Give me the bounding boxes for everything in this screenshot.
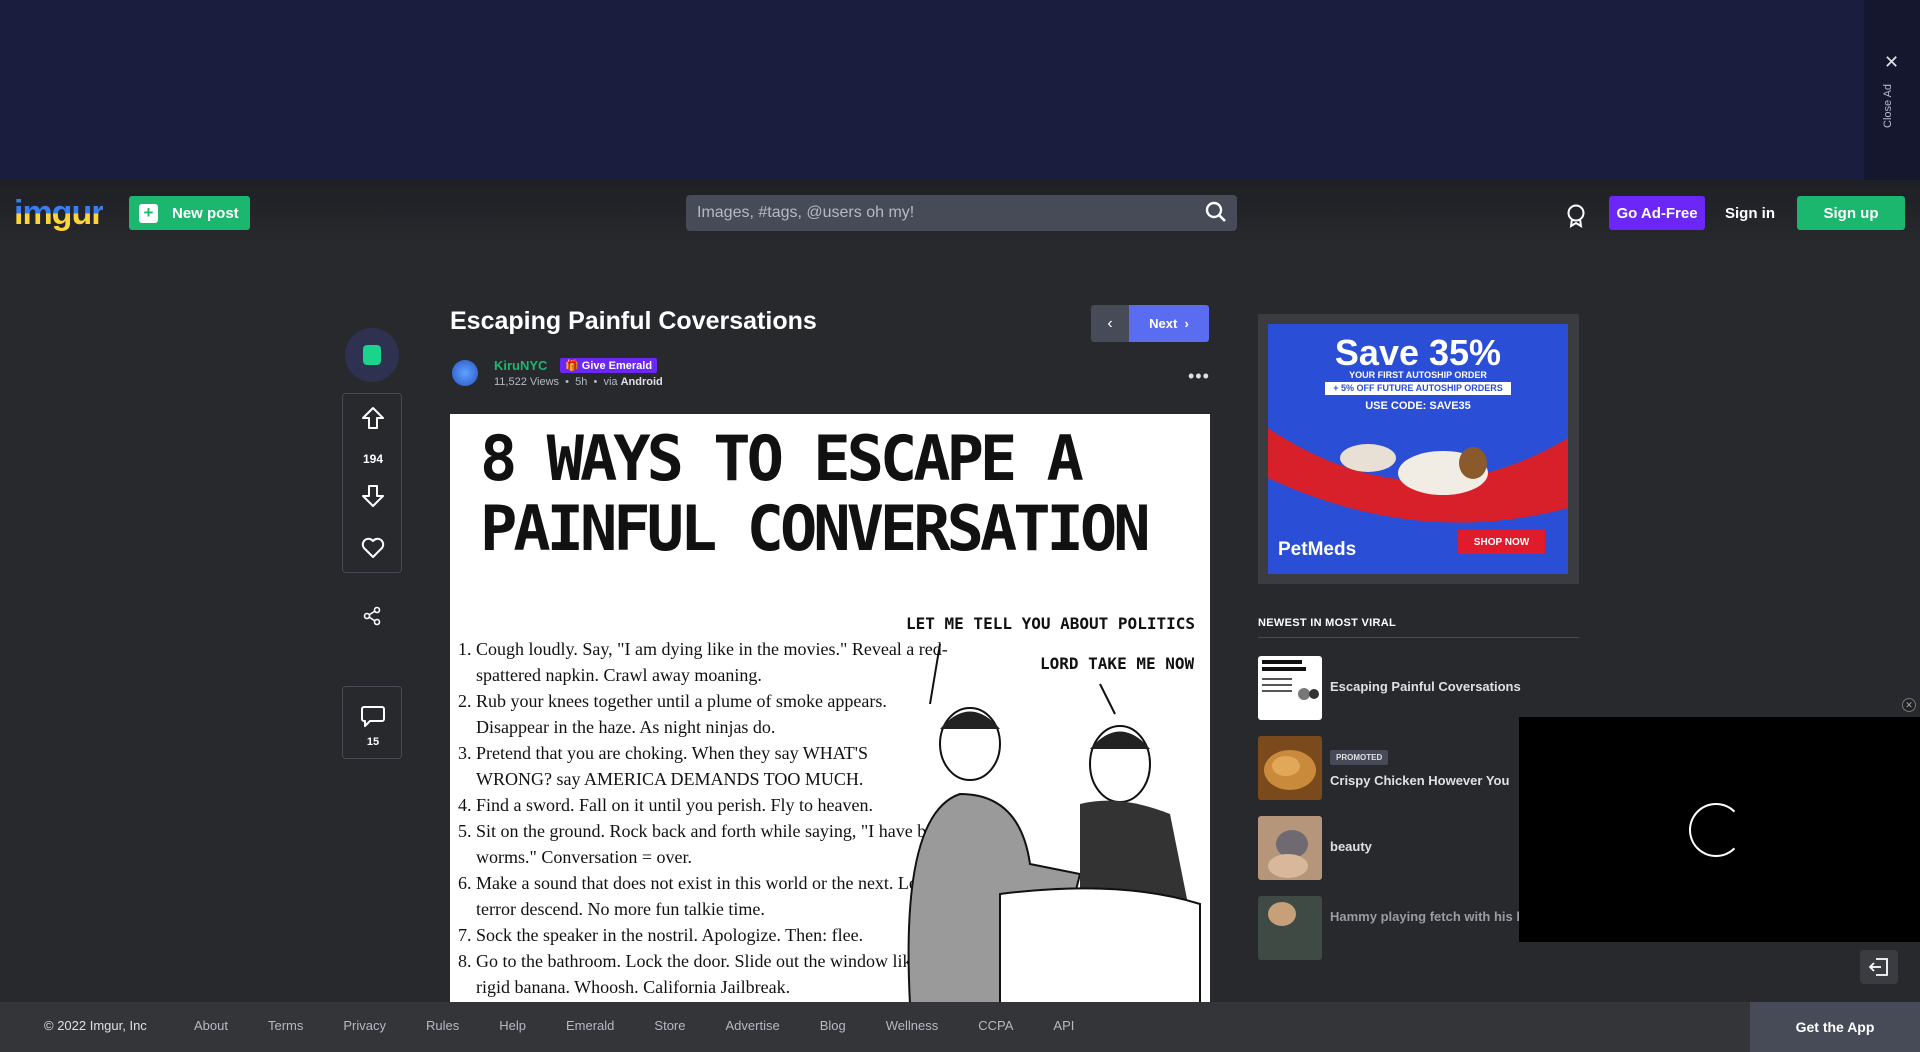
comic-title: 8 WAYS TO ESCAPE A PAINFUL CONVERSATION <box>480 422 1151 565</box>
shop-now-button[interactable]: SHOP NOW <box>1458 530 1545 554</box>
footer-link-privacy[interactable]: Privacy <box>343 1018 386 1033</box>
speech-bubble-politics: LET ME TELL YOU ABOUT POLITICS <box>906 614 1195 633</box>
comic-list-item: 4. Find a sword. Fall on it until you pe… <box>458 795 873 815</box>
comments-button[interactable]: 15 <box>342 686 402 759</box>
comment-count: 15 <box>366 736 380 748</box>
comic-list-item: 6. Make a sound that does not exist in t… <box>458 873 922 919</box>
list-item[interactable]: Escaping Painful Coversations <box>1258 656 1579 722</box>
close-ad-button[interactable]: ✕ Close Ad <box>1864 0 1920 180</box>
footer-links: About Terms Privacy Rules Help Emerald S… <box>194 1018 1114 1033</box>
comic-title-line1: 8 WAYS TO ESCAPE A <box>480 422 1084 495</box>
emerald-button[interactable] <box>345 328 399 382</box>
share-icon[interactable] <box>362 606 382 626</box>
footer-link-rules[interactable]: Rules <box>426 1018 459 1033</box>
footer-link-terms[interactable]: Terms <box>268 1018 303 1033</box>
give-emerald-button[interactable]: 🎁 Give Emerald <box>560 358 658 373</box>
ad-brand: PetMeds <box>1278 539 1357 560</box>
sign-in-link[interactable]: Sign in <box>1722 196 1778 230</box>
ad-headline: Save 35% <box>1334 332 1502 373</box>
sidebar-ad[interactable]: Save 35% YOUR FIRST AUTOSHIP ORDER + 5% … <box>1258 314 1579 584</box>
thumbnail <box>1258 656 1322 720</box>
imgur-logo[interactable]: imgur <box>14 194 104 233</box>
comment-icon <box>361 706 385 727</box>
video-close-button[interactable]: ✕ <box>1902 698 1916 712</box>
next-button[interactable]: Next › <box>1129 305 1209 342</box>
footer-link-wellness[interactable]: Wellness <box>886 1018 939 1033</box>
comic-list-item: 8. Go to the bathroom. Lock the door. Sl… <box>458 951 932 997</box>
footer-link-ccpa[interactable]: CCPA <box>978 1018 1013 1033</box>
footer-link-blog[interactable]: Blog <box>820 1018 846 1033</box>
newest-heading: NEWEST IN MOST VIRAL <box>1258 617 1579 638</box>
footer-link-api[interactable]: API <box>1053 1018 1074 1033</box>
comic-illustration <box>907 644 1201 1002</box>
post-title: Escaping Painful Coversations <box>450 307 817 335</box>
ad-line1: YOUR FIRST AUTOSHIP ORDER <box>1349 370 1487 380</box>
emerald-icon <box>363 345 381 365</box>
downvote-icon[interactable] <box>359 482 387 510</box>
ad-line2: + 5% OFF FUTURE AUTOSHIP ORDERS <box>1325 382 1511 395</box>
via-prefix: via <box>603 376 618 388</box>
exit-icon <box>1868 958 1888 976</box>
thumbnail <box>1258 816 1322 880</box>
search-input[interactable] <box>686 195 1237 231</box>
new-post-button[interactable]: + New post <box>129 196 250 230</box>
copyright: © 2022 Imgur, Inc <box>44 1018 147 1033</box>
hammock-image <box>1268 428 1568 523</box>
footer-link-emerald[interactable]: Emerald <box>566 1018 614 1033</box>
footer-link-about[interactable]: About <box>194 1018 228 1033</box>
give-emerald-label: Give Emerald <box>581 359 653 372</box>
new-post-label: New post <box>172 204 239 222</box>
vote-box: 194 <box>342 393 402 573</box>
footer-link-advertise[interactable]: Advertise <box>726 1018 780 1033</box>
plus-icon: + <box>139 203 158 223</box>
comic-title-line2: PAINFUL CONVERSATION <box>480 492 1151 565</box>
comic-list-item: 2. Rub your knees together until a plume… <box>458 691 887 737</box>
ad-code: USE CODE: SAVE35 <box>1365 400 1471 412</box>
top-ad-banner: ✕ Close Ad <box>0 0 1920 180</box>
comic-list: 1. Cough loudly. Say, "I am dying like i… <box>458 636 948 1000</box>
close-ad-label[interactable]: Close Ad <box>1882 84 1894 128</box>
comic-list-item: 5. Sit on the ground. Rock back and fort… <box>458 821 946 867</box>
post-age: 5h <box>575 376 588 388</box>
post-navigation: ‹ Next › <box>1091 305 1209 342</box>
footer-link-store[interactable]: Store <box>654 1018 685 1033</box>
previous-button[interactable]: ‹ <box>1091 305 1129 342</box>
post-meta: 11,522 Views • 5h • via Android <box>494 376 663 388</box>
exit-video-button[interactable] <box>1860 950 1898 984</box>
close-icon[interactable]: ✕ <box>1884 52 1899 73</box>
go-ad-free-button[interactable]: Go Ad-Free <box>1609 196 1705 230</box>
comic-list-item: 7. Sock the speaker in the nostril. Apol… <box>458 925 864 945</box>
search-icon[interactable] <box>1205 201 1227 223</box>
site-header: imgur + New post Go Ad-Free Sign in Sign… <box>0 180 1920 245</box>
thumbnail <box>1258 896 1322 960</box>
footer-link-help[interactable]: Help <box>499 1018 526 1033</box>
site-footer: © 2022 Imgur, Inc About Terms Privacy Ru… <box>0 1002 1920 1052</box>
post-image: 8 WAYS TO ESCAPE A PAINFUL CONVERSATION … <box>450 414 1210 1002</box>
via-platform: Android <box>620 376 663 388</box>
heart-icon[interactable] <box>359 534 387 562</box>
comic-list-item: 3. Pretend that you are choking. When th… <box>458 743 868 789</box>
upvote-icon[interactable] <box>359 404 387 432</box>
petmeds-ad[interactable]: Save 35% YOUR FIRST AUTOSHIP ORDER + 5% … <box>1268 324 1568 574</box>
trophy-icon[interactable] <box>1566 204 1586 228</box>
loading-spinner <box>1689 803 1743 857</box>
thumbnail <box>1258 736 1322 800</box>
item-title: Escaping Painful Coversations <box>1330 679 1521 694</box>
sign-up-button[interactable]: Sign up <box>1797 196 1905 230</box>
more-options-button[interactable]: ••• <box>1188 366 1210 387</box>
author-name[interactable]: KiruNYC <box>494 358 547 373</box>
next-label: Next <box>1149 316 1178 331</box>
get-the-app-button[interactable]: Get the App <box>1750 1002 1920 1052</box>
view-count: 11,522 Views <box>494 376 560 388</box>
avatar[interactable] <box>452 360 478 386</box>
promoted-badge: PROMOTED <box>1330 750 1389 765</box>
floating-video-player[interactable] <box>1519 717 1920 942</box>
vote-count: 194 <box>362 452 384 466</box>
comic-list-item: 1. Cough loudly. Say, "I am dying like i… <box>458 639 948 685</box>
